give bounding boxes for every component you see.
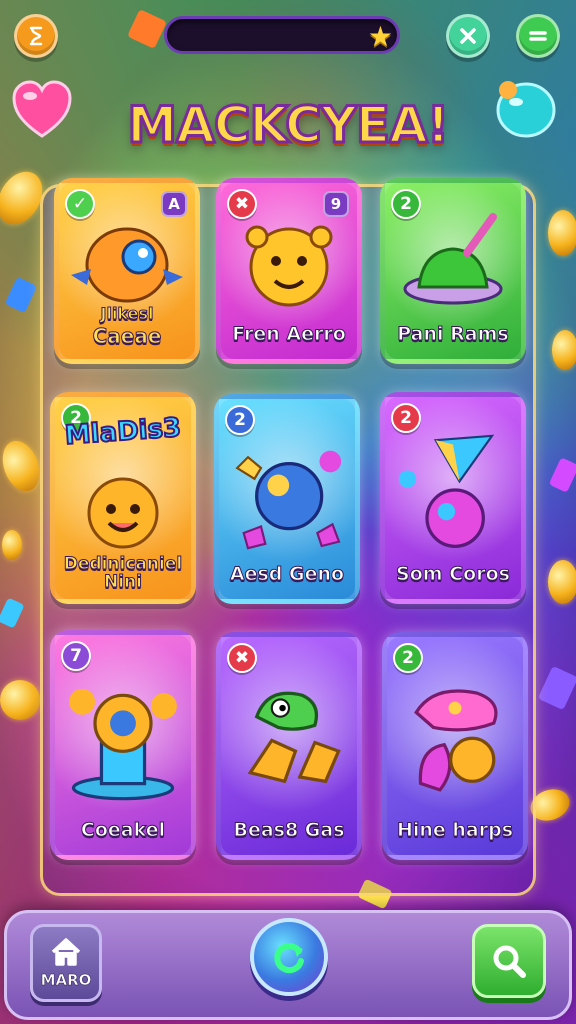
game-card[interactable]: ✖ Beas8 Gas (216, 632, 362, 860)
card-title: Som Coros (396, 563, 511, 586)
game-card[interactable]: ✓ A Jlikesl Caeae (54, 178, 200, 364)
game-card[interactable]: 7 Coeakel (50, 630, 196, 860)
smiley-character-icon (245, 225, 333, 307)
card-title: Aesd Geno (229, 563, 345, 586)
home-button[interactable]: MARO (30, 924, 102, 1002)
card-label: Dedinicaniel Nini (55, 554, 191, 592)
card-title: Fren Aerro (232, 323, 347, 346)
game-card[interactable]: ✖ 9 Fren Aerro (216, 178, 362, 364)
card-title: Coeakel (80, 819, 166, 842)
coin-decoration (548, 210, 576, 256)
game-card[interactable]: 2 Som Coros (380, 392, 526, 604)
refresh-icon (274, 943, 304, 974)
card-title: Hine harps (396, 819, 514, 842)
game-card[interactable]: 2 Hine harps (382, 632, 528, 860)
coin-decoration (0, 680, 40, 720)
creature-character-icon (414, 689, 498, 792)
coin-decoration (552, 330, 576, 370)
close-icon (460, 28, 476, 44)
card-title: Pani Rams (397, 323, 509, 346)
game-card[interactable]: 2 MlaDis3 Dedinicaniel Nini (50, 392, 196, 604)
coin-decoration (548, 560, 576, 604)
dino-character-icon (247, 691, 341, 784)
coin-decoration (2, 530, 22, 560)
orb-character-icon (235, 450, 342, 550)
search-icon (493, 945, 526, 978)
card-title: Caeae (92, 324, 162, 348)
menu-button[interactable] (516, 14, 560, 58)
card-label: Jlikesl Caeae (59, 303, 195, 348)
card-title: Beas8 Gas (233, 819, 345, 842)
card-subtitle: Nini (104, 572, 143, 592)
game-title: MACKCYEA! (126, 95, 451, 156)
home-label: MARO (40, 971, 92, 990)
close-button[interactable] (446, 14, 490, 58)
clock-machine-icon (69, 688, 177, 801)
hourglass-icon (29, 26, 43, 46)
card-top-text: Jlikesl (100, 304, 154, 324)
game-card[interactable]: 2 Aesd Geno (214, 394, 360, 604)
hourglass-button[interactable] (14, 14, 58, 58)
card-title: Dedinicaniel (63, 554, 183, 574)
menu-icon (529, 31, 547, 41)
star-icon: ★ (367, 20, 393, 53)
hat-character-icon (403, 213, 503, 305)
game-card[interactable]: 2 Pani Rams (380, 178, 526, 364)
home-icon (51, 938, 81, 966)
crystal-orb-icon (398, 434, 495, 548)
refresh-button[interactable] (250, 918, 328, 996)
search-button[interactable] (472, 924, 546, 998)
top-progress-bar: ★ (164, 16, 400, 54)
